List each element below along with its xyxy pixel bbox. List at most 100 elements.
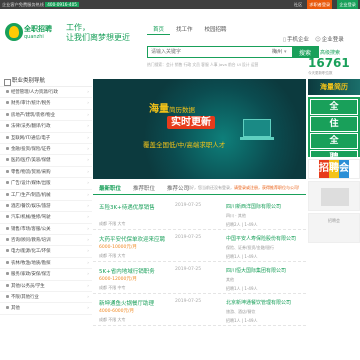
sidebar-item[interactable]: 汽车/机械/维修/驾驶 — [0, 212, 92, 224]
banner-highlight: 实时更新 — [167, 116, 215, 129]
job-company[interactable]: 四川恒大国际集团有限公司 — [226, 267, 286, 274]
sidebar-item[interactable]: 互联网/IT/通信/电子 — [0, 133, 92, 144]
search-bar: 梅州 搜索 — [147, 46, 319, 58]
sidebar-item[interactable]: 不限/其他行业 — [0, 292, 92, 304]
tab-latest-jobs[interactable]: 最新职位 — [93, 183, 127, 194]
job-meta: 成都 不限 大专 — [99, 317, 126, 322]
jobseeker-login-link[interactable]: 求职者登录 — [307, 0, 333, 9]
ad-fulltime-banner[interactable]: 全 住 全 聘 — [308, 97, 360, 157]
slogan-line-2: 让我们离梦想更近 — [66, 33, 130, 42]
job-company[interactable]: 北京新坤通餐饮管理有限公司 — [226, 299, 291, 306]
job-stat: 招聘1人 | 1-49人 — [226, 286, 258, 291]
mobile-link[interactable]: ▯手机企业 — [283, 35, 309, 43]
advanced-search-link[interactable]: 高级搜索 — [320, 49, 340, 56]
top-bar: 企业客户免费服务热线 400-0916-405 社区 求职者登录 企业登录 — [0, 0, 360, 9]
job-company[interactable]: 中国平安人寿保险股份有限公司 — [226, 235, 296, 242]
sidebar-item[interactable]: 咨询/顾问/教育/培训 — [0, 235, 92, 247]
banner-headline-small: 简历数据 — [169, 106, 195, 114]
ad-fulltime-char: 聘 — [310, 150, 358, 157]
top-bar-left: 企业客户免费服务热线 400-0916-405 — [2, 0, 79, 9]
ad-job-fair-text[interactable]: 招聘会 — [308, 213, 360, 243]
sidebar-item[interactable]: 销售/市场/客服/公关 — [0, 224, 92, 236]
hero-banner[interactable]: 海量简历数据 实时更新 覆盖全国低/中/高端求职人才 — [93, 79, 306, 179]
sidebar-item[interactable]: 零售/物流/贸易/采购 — [0, 167, 92, 179]
job-salary: 6000-12000元/月 — [99, 277, 137, 282]
ad-fulltime-char: 全 — [310, 99, 358, 115]
banner-headline: 海量简历数据 — [149, 100, 195, 115]
nav-find-job[interactable]: 找工作 — [170, 25, 199, 35]
job-title[interactable]: 5K+省内地域行销职务 — [99, 267, 155, 275]
slogan: 工作， 让我们离梦想更近 — [66, 23, 130, 43]
mobile-link-label: 手机企业 — [287, 37, 310, 43]
job-title[interactable]: 大药平安代保单欢迎来应聘 — [99, 235, 165, 243]
ad-fulltime-char: 全 — [310, 133, 358, 149]
laptop-illustration — [240, 119, 274, 140]
nav-home[interactable]: 首页 — [147, 25, 171, 35]
sidebar-item[interactable]: 金融/投资/保险/证券 — [0, 144, 92, 156]
login-notice-text: 您好，您当前还没有登录， — [186, 185, 234, 190]
job-stat: 招聘1人 | 1-49人 — [226, 318, 258, 323]
ad-fair-char: 招 — [319, 160, 329, 178]
sidebar-item[interactable]: 其他/公务员/学生 — [0, 281, 92, 293]
community-link[interactable]: 社区 — [294, 0, 302, 9]
job-stat: 招聘1人 | 1-49人 — [226, 254, 258, 259]
sidebar-item[interactable]: 其他 — [0, 303, 92, 315]
top-bar-links: 社区 求职者登录 企业登录 — [294, 0, 358, 9]
sidebar-item[interactable]: 服务/家政/安保/保洁 — [0, 269, 92, 281]
user-icon: ☺ — [315, 37, 321, 43]
job-title[interactable]: 五险3K+待遇优厚销售 — [99, 203, 155, 211]
sidebar-item[interactable]: 工厂/生产/制造/机械 — [0, 190, 92, 201]
city-select[interactable]: 梅州 — [272, 47, 292, 57]
sidebar-item[interactable]: 医药/医疗/美容/保健 — [0, 155, 92, 167]
job-item: 五险3K+待遇优厚销售 2019-07-25 四川新西洋国际有限公司 成都 不限… — [93, 198, 306, 230]
job-meta: 成都 不限 大专 — [99, 221, 126, 226]
hot-search-links[interactable]: 热门搜索：会计 销售 行政 文员 客服 人事 Java 前台 UI 设计 运营 — [147, 62, 327, 68]
job-list: 五险3K+待遇优厚销售 2019-07-25 四川新西洋国际有限公司 成都 不限… — [93, 198, 306, 326]
sidebar-item[interactable]: 财务/审计/统计/税务 — [0, 98, 92, 110]
sidebar-item[interactable]: 经营管理/人力资源/行政 — [0, 87, 92, 99]
ad-job-fair-banner[interactable]: 招聘会 — [308, 159, 360, 179]
job-item: 5K+省内地域行销职务 2019-07-25 四川恒大国际集团有限公司 6000… — [93, 262, 306, 294]
sidebar-item[interactable]: 农林/牧渔/地质/勘探 — [0, 258, 92, 270]
banner-glow — [143, 79, 303, 179]
hotline-phone: 400-0916-405 — [45, 2, 79, 7]
job-salary: 6000-10000元/月 — [99, 245, 137, 250]
header-right-links: ▯手机企业 ☺企业登录 — [283, 35, 344, 43]
logo-subtext: quanzhi — [24, 34, 44, 40]
ad-fair-char: 会 — [339, 160, 349, 178]
slogan-line-1: 工作， — [66, 23, 90, 32]
job-title[interactable]: 新坤通鱼火锅餐厅助理 — [99, 299, 154, 307]
search-input[interactable] — [148, 47, 272, 57]
login-notice-action[interactable]: 请登录或注册，获得推荐职位与公司! — [234, 185, 300, 190]
company-meta: 旅游、酒店/餐饮 — [226, 309, 256, 314]
ad-building-image[interactable] — [308, 181, 360, 211]
tab-recommended-jobs[interactable]: 推荐职位 — [127, 183, 161, 194]
job-date: 2019-07-25 — [175, 235, 202, 240]
mobile-icon: ▯ — [283, 37, 287, 43]
ad-resume-banner[interactable]: 海量简历 — [308, 79, 360, 95]
company-register-link[interactable]: ☺企业登录 — [315, 35, 344, 43]
job-meta: 成都 不限 大专 — [99, 253, 126, 258]
company-meta: 其他 — [226, 277, 234, 282]
header: 全职招聘 quanzhi 工作， 让我们离梦想更近 首页 找工作 校园招聘 ▯手… — [0, 9, 360, 75]
sidebar-item[interactable]: 广告/设计/媒体/出版 — [0, 178, 92, 190]
login-notice: 您好，您当前还没有登录，请登录或注册，获得推荐职位与公司! — [186, 185, 306, 191]
job-meta: 成都 不限 中专 — [99, 285, 126, 290]
sidebar-item[interactable]: 法律/法务/翻译/行政 — [0, 121, 92, 133]
job-company[interactable]: 四川新西洋国际有限公司 — [226, 203, 281, 210]
logo-text: 全职招聘 — [24, 25, 52, 33]
nav-campus[interactable]: 校园招聘 — [199, 25, 233, 35]
job-date: 2019-07-25 — [175, 299, 202, 304]
company-login-link[interactable]: 企业登录 — [337, 0, 358, 9]
main-nav: 首页 找工作 校园招聘 — [147, 25, 233, 35]
logo-mark-icon — [5, 23, 23, 41]
banner-subline: 覆盖全国低/中/高端求职人才 — [143, 141, 226, 149]
site-logo[interactable]: 全职招聘 quanzhi — [5, 23, 63, 43]
sidebar-item[interactable]: 电力/能源/化工/环保 — [0, 246, 92, 258]
sidebar-item[interactable]: 酒店/餐饮/娱乐/旅游 — [0, 201, 92, 213]
company-meta: 四川 · 其他 — [226, 213, 246, 218]
sidebar-item[interactable]: 房地产/建筑/装修/物业 — [0, 110, 92, 122]
job-date: 2019-07-25 — [175, 267, 202, 272]
company-register-label: 企业登录 — [321, 37, 344, 43]
job-count-label: 今天更新职位数 — [308, 71, 333, 75]
